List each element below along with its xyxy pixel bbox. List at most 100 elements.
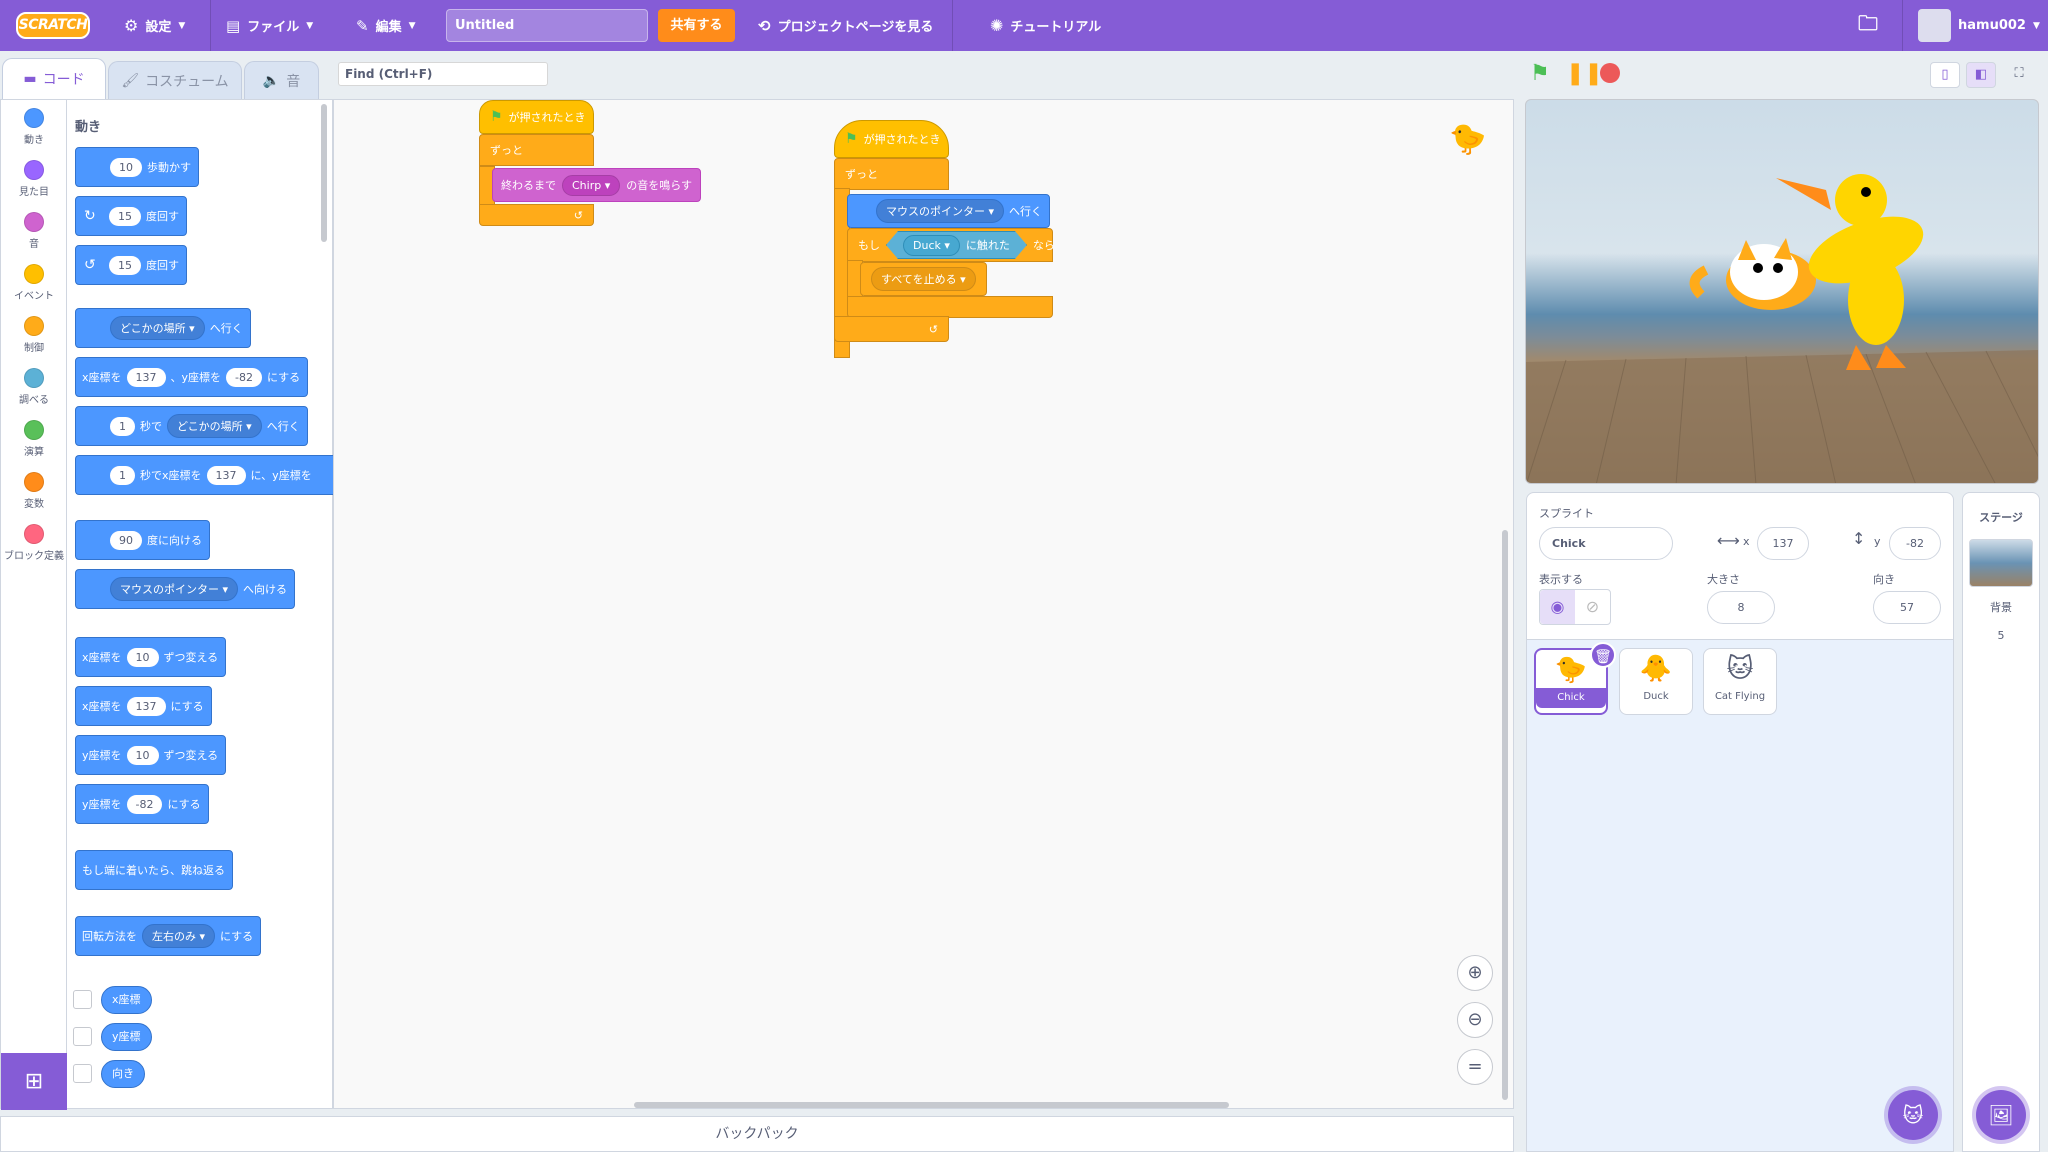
when-flag-clicked-block[interactable]: ⚑ が押されたとき	[834, 120, 949, 158]
add-backdrop-button[interactable]: 🖼	[1976, 1090, 2026, 1140]
glide-target-dropdown[interactable]: どこかの場所 ▾	[167, 414, 262, 438]
category-events[interactable]: イベント	[1, 264, 67, 302]
play-sound-until-done-block[interactable]: 終わるまで Chirp ▾ の音を鳴らす	[492, 168, 702, 202]
secs-input[interactable]: 1	[110, 416, 135, 436]
forever-block[interactable]: ずっと	[479, 134, 594, 166]
tutorial-button[interactable]: ✺ チュートリアル	[990, 0, 1101, 51]
vertical-scrollbar[interactable]	[1502, 530, 1508, 1100]
palette-scrollbar[interactable]	[321, 104, 327, 242]
direction-input[interactable]: 57	[1873, 591, 1941, 624]
towards-target-dropdown[interactable]: マウスのポインター ▾	[110, 577, 239, 601]
script-area[interactable]: ⚑ が押されたとき ずっと 終わるまで Chirp ▾ の音を鳴らす ↺ ⚑ が押された…	[333, 99, 1514, 1109]
category-variables[interactable]: 変数	[1, 472, 67, 510]
pause-button[interactable]: ❚❚	[1566, 61, 1603, 86]
category-operators[interactable]: 演算	[1, 420, 67, 458]
x-position-checkbox[interactable]	[73, 990, 92, 1009]
x-input[interactable]: 137	[206, 465, 246, 485]
x-input[interactable]: 137	[126, 696, 166, 716]
stage-selector[interactable]: ステージ 背景 5	[1962, 492, 2040, 1152]
secs-input[interactable]: 1	[110, 465, 135, 485]
add-extension-button[interactable]: ⊞	[1, 1053, 67, 1110]
sprite-tile-duck[interactable]: 🐥 Duck	[1619, 648, 1693, 715]
degrees-input[interactable]: 15	[109, 206, 141, 226]
project-title-input[interactable]: Untitled	[446, 9, 648, 42]
block-glide-to[interactable]: 1 秒で どこかの場所 ▾ へ行く	[75, 406, 308, 446]
share-button[interactable]: 共有する	[658, 9, 735, 42]
reporter-direction[interactable]: 向き	[101, 1060, 145, 1088]
touching-condition[interactable]: Duck ▾ に触れた	[886, 231, 1027, 259]
stop-all-block[interactable]: すべてを止める ▾	[860, 262, 987, 296]
y-input[interactable]: -82	[126, 794, 163, 814]
block-turn-left[interactable]: ↺ 15 度回す	[75, 245, 187, 285]
add-sprite-button[interactable]: 🐱	[1888, 1090, 1938, 1140]
edit-menu[interactable]: ✎ 編集 ▼	[356, 0, 416, 51]
scratch-logo[interactable]: SCRATCH	[16, 12, 90, 39]
direction-input[interactable]: 90	[110, 530, 142, 550]
block-move-steps[interactable]: 10 歩動かす	[75, 147, 199, 187]
project-page-button[interactable]: ⟲ プロジェクトページを見る	[758, 0, 933, 51]
direction-checkbox[interactable]	[73, 1064, 92, 1083]
block-glide-xy[interactable]: 1 秒でx座標を 137 に、y座標を	[75, 455, 333, 495]
dx-input[interactable]: 10	[126, 647, 159, 667]
forever-block[interactable]: ずっと	[834, 158, 949, 190]
size-input[interactable]: 8	[1707, 591, 1775, 624]
delete-sprite-button[interactable]: 🗑	[1590, 642, 1616, 668]
zoom-in-button[interactable]: ⊕	[1457, 955, 1493, 991]
goto-target-dropdown[interactable]: どこかの場所 ▾	[110, 316, 205, 340]
category-looks[interactable]: 見た目	[1, 160, 67, 198]
file-menu[interactable]: ▤ ファイル ▼	[226, 0, 313, 51]
settings-menu[interactable]: ⚙ 設定 ▼	[124, 0, 185, 51]
category-sound[interactable]: 音	[1, 212, 67, 250]
backpack-panel[interactable]: バックパック	[0, 1116, 1514, 1152]
category-motion[interactable]: 動き	[1, 108, 67, 146]
fullscreen-button[interactable]: ⛶	[2004, 62, 2034, 88]
find-input[interactable]: Find (Ctrl+F)	[338, 62, 548, 86]
category-my-blocks[interactable]: ブロック定義	[1, 524, 67, 562]
degrees-input[interactable]: 15	[109, 255, 141, 275]
normal-stage-button[interactable]: ◧	[1966, 62, 1996, 88]
tab-code[interactable]: ▬ コード	[2, 58, 106, 99]
zoom-out-button[interactable]: ⊖	[1457, 1002, 1493, 1038]
green-flag-button[interactable]: ⚑	[1530, 61, 1550, 86]
tab-costumes[interactable]: 🖌 コスチューム	[108, 61, 242, 99]
block-rotation-style[interactable]: 回転方法を 左右のみ ▾ にする	[75, 916, 262, 956]
block-change-x[interactable]: x座標を 10 ずつ変える	[75, 637, 227, 677]
touching-target-dropdown[interactable]: Duck ▾	[903, 235, 960, 256]
if-then-block[interactable]: もし Duck ▾ に触れた なら	[847, 228, 1055, 262]
block-turn-right[interactable]: ↻ 15 度回す	[75, 196, 187, 236]
stage-canvas[interactable]	[1525, 99, 2039, 484]
rotation-style-dropdown[interactable]: 左右のみ ▾	[142, 924, 216, 948]
steps-input[interactable]: 10	[110, 157, 142, 177]
block-change-y[interactable]: y座標を 10 ずつ変える	[75, 735, 227, 775]
goto-target-dropdown[interactable]: マウスのポインター ▾	[876, 199, 1005, 223]
block-goto[interactable]: どこかの場所 ▾ へ行く	[75, 308, 251, 348]
my-stuff-button[interactable]: 🗀	[1858, 0, 1878, 51]
when-flag-clicked-block[interactable]: ⚑ が押されたとき	[479, 100, 594, 134]
block-point-direction[interactable]: 90 度に向ける	[75, 520, 210, 560]
stop-button[interactable]	[1600, 63, 1620, 83]
x-input[interactable]: 137	[126, 367, 166, 387]
small-stage-button[interactable]: ▯	[1930, 62, 1960, 88]
account-menu[interactable]: hamu002 ▼	[1918, 0, 2040, 51]
zoom-reset-button[interactable]: =	[1457, 1049, 1493, 1085]
tab-sounds[interactable]: 🔈 音	[244, 61, 319, 99]
block-goto-xy[interactable]: x座標を 137 、y座標を -82 にする	[75, 357, 309, 397]
x-input[interactable]: 137	[1757, 527, 1809, 560]
block-set-y[interactable]: y座標を -82 にする	[75, 784, 209, 824]
y-position-checkbox[interactable]	[73, 1027, 92, 1046]
hide-button[interactable]: ⊘	[1575, 590, 1610, 624]
y-input[interactable]: -82	[226, 367, 262, 387]
block-point-towards[interactable]: マウスのポインター ▾ へ向ける	[75, 569, 296, 609]
sprite-tile-cat-flying[interactable]: 🐱 Cat Flying	[1703, 648, 1777, 715]
stop-option-dropdown[interactable]: すべてを止める ▾	[871, 267, 976, 291]
reporter-y-position[interactable]: y座標	[101, 1023, 152, 1051]
block-set-x[interactable]: x座標を 137 にする	[75, 686, 212, 726]
y-input[interactable]: -82	[1889, 527, 1941, 560]
dy-input[interactable]: 10	[126, 745, 159, 765]
reporter-x-position[interactable]: x座標	[101, 986, 152, 1014]
horizontal-scrollbar[interactable]	[634, 1102, 1229, 1108]
show-button[interactable]: ◉	[1540, 590, 1575, 624]
category-control[interactable]: 制御	[1, 316, 67, 354]
sound-dropdown[interactable]: Chirp ▾	[562, 174, 621, 196]
block-bounce[interactable]: もし端に着いたら、跳ね返る	[75, 850, 233, 890]
